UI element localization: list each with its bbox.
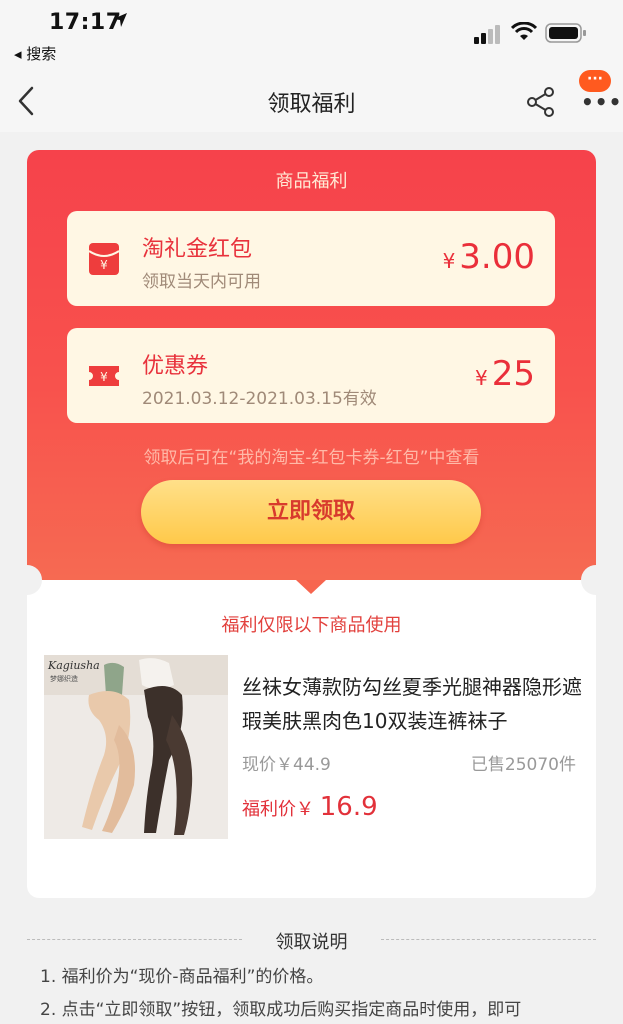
- instruction-item: 2. 点击“立即领取”按钮，领取成功后购买指定商品时使用，即可: [40, 1000, 522, 1020]
- wifi-icon: [511, 22, 537, 40]
- red-packet-icon: ¥: [88, 243, 120, 275]
- more-menu-button[interactable]: ··· •••: [577, 70, 621, 112]
- product-limit-text: 福利仅限以下商品使用: [221, 615, 402, 636]
- currency-symbol: ¥: [442, 249, 456, 273]
- location-arrow-icon: [113, 13, 127, 27]
- current-price: 现价￥44.9: [242, 755, 331, 775]
- stockings-photo: Kagiusha 梦娜织造: [44, 655, 228, 839]
- battery-icon: [545, 23, 586, 43]
- nav-bar: 领取福利 ··· •••: [0, 70, 623, 132]
- claim-note: 领取后可在“我的淘宝-红包卡券-红包”中查看: [143, 448, 480, 468]
- status-bar: 17:17 ◂ 搜索: [0, 0, 623, 70]
- benefit-amount: ¥25: [475, 354, 535, 394]
- more-dots-icon: •••: [581, 90, 623, 114]
- share-icon[interactable]: [525, 86, 557, 118]
- product-image[interactable]: Kagiusha 梦娜织造: [44, 655, 228, 839]
- benefit-subtitle: 领取当天内可用: [142, 272, 261, 292]
- sold-count: 已售25070件: [470, 755, 576, 775]
- divider-right: [381, 939, 596, 940]
- claim-now-button[interactable]: 立即领取: [141, 480, 481, 544]
- card-notch-left: [12, 565, 42, 595]
- instruction-item: 1. 福利价为“现价-商品福利”的价格。: [40, 967, 324, 987]
- product-card: 福利仅限以下商品使用 Kagiusha 梦娜织造 丝袜女薄款防勾丝夏季光腿神器隐…: [27, 580, 596, 898]
- status-time: 17:17: [49, 10, 122, 35]
- welfare-price-label: 福利价: [242, 799, 296, 820]
- back-to-app-link[interactable]: ◂ 搜索: [14, 43, 56, 64]
- product-brand-logo: Kagiusha: [47, 659, 100, 672]
- product-name[interactable]: 丝袜女薄款防勾丝夏季光腿神器隐形遮瑕美肤黑肉色10双装连裤袜子: [242, 670, 582, 738]
- currency-symbol: ¥: [475, 366, 488, 390]
- welfare-card: 商品福利 ¥ 淘礼金红包 领取当天内可用 ¥3.00 ¥ 优惠券 2021.03…: [27, 150, 596, 580]
- welfare-price-currency: ￥: [296, 799, 314, 820]
- benefit-red-packet: ¥ 淘礼金红包 领取当天内可用 ¥3.00: [67, 211, 555, 306]
- card-pointer: [296, 580, 326, 594]
- welfare-price: 福利价￥ 16.9: [242, 792, 378, 822]
- coupon-icon: ¥: [89, 366, 119, 386]
- amount-value: 3.00: [459, 237, 535, 277]
- cellular-signal-icon: [474, 25, 500, 44]
- instructions-header: 领取说明: [27, 928, 596, 953]
- card-notch-right: [581, 565, 611, 595]
- benefit-coupon: ¥ 优惠券 2021.03.12-2021.03.15有效 ¥25: [67, 328, 555, 423]
- benefit-name: 淘礼金红包: [142, 237, 253, 262]
- instructions-title: 领取说明: [275, 932, 348, 953]
- welfare-price-value: 16.9: [319, 792, 378, 822]
- benefit-amount: ¥3.00: [443, 237, 535, 277]
- benefit-subtitle: 2021.03.12-2021.03.15有效: [142, 389, 377, 409]
- card-title: 商品福利: [275, 171, 348, 192]
- benefit-name: 优惠券: [142, 354, 209, 379]
- svg-text:¥: ¥: [100, 370, 108, 384]
- product-brand-sub: 梦娜织造: [50, 674, 78, 683]
- amount-value: 25: [491, 354, 535, 394]
- svg-text:¥: ¥: [100, 258, 108, 272]
- message-badge: ···: [579, 70, 611, 92]
